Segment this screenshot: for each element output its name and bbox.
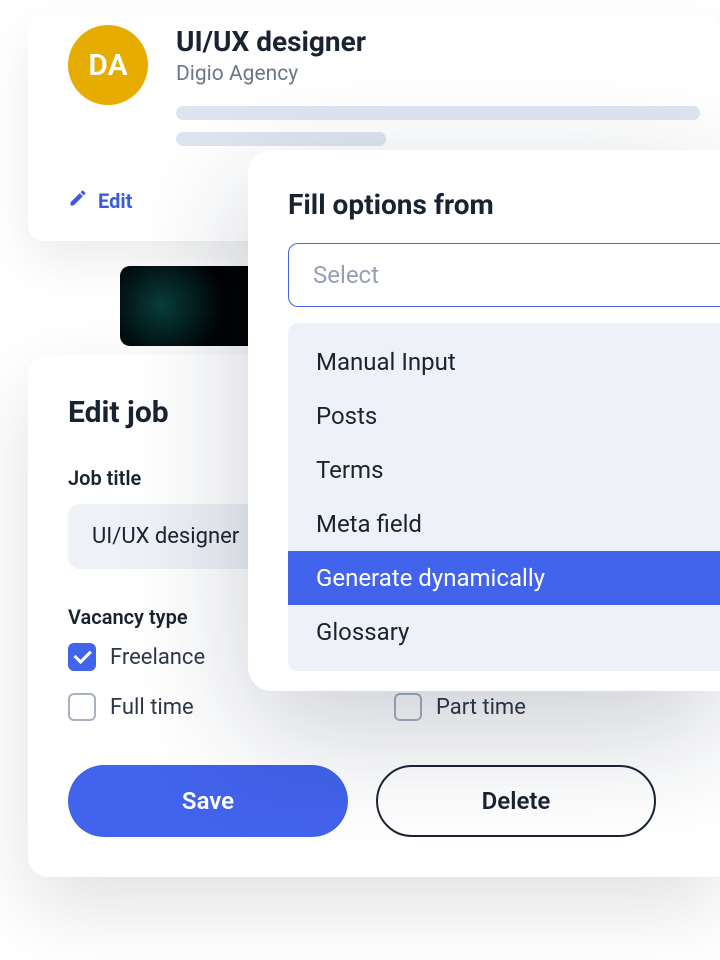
option-generate-dynamically[interactable]: Generate dynamically bbox=[288, 551, 720, 605]
checkbox-parttime[interactable]: Part time bbox=[394, 693, 680, 721]
checkbox-box bbox=[68, 693, 96, 721]
checkbox-label: Part time bbox=[436, 695, 526, 720]
job-title-heading: UI/UX designer bbox=[176, 25, 700, 58]
option-posts[interactable]: Posts bbox=[288, 389, 720, 443]
skeleton-line bbox=[176, 106, 700, 120]
checkbox-fulltime[interactable]: Full time bbox=[68, 693, 354, 721]
job-info: UI/UX designer Digio Agency bbox=[176, 25, 700, 158]
save-button[interactable]: Save bbox=[68, 765, 348, 837]
option-manual-input[interactable]: Manual Input bbox=[288, 335, 720, 389]
delete-button[interactable]: Delete bbox=[376, 765, 656, 837]
option-glossary[interactable]: Glossary bbox=[288, 605, 720, 659]
job-header: DA UI/UX designer Digio Agency bbox=[68, 25, 700, 158]
checkbox-box bbox=[394, 693, 422, 721]
avatar: DA bbox=[68, 25, 148, 105]
skeleton-line bbox=[176, 132, 386, 146]
option-meta-field[interactable]: Meta field bbox=[288, 497, 720, 551]
edit-link[interactable]: Edit bbox=[68, 188, 132, 213]
edit-link-label: Edit bbox=[98, 189, 132, 213]
modal-buttons: Save Delete bbox=[68, 765, 680, 837]
popover-title: Fill options from bbox=[288, 188, 680, 221]
option-terms[interactable]: Terms bbox=[288, 443, 720, 497]
checkbox-label: Full time bbox=[110, 695, 194, 720]
checkbox-label: Freelance bbox=[110, 645, 205, 670]
fill-options-popover: Fill options from Select Manual Input Po… bbox=[248, 150, 720, 691]
select-input[interactable]: Select bbox=[288, 243, 720, 307]
checkbox-box bbox=[68, 643, 96, 671]
pencil-icon bbox=[68, 188, 88, 213]
dropdown-list: Manual Input Posts Terms Meta field Gene… bbox=[288, 323, 720, 671]
job-company: Digio Agency bbox=[176, 62, 700, 86]
decorative-banner bbox=[120, 266, 260, 346]
